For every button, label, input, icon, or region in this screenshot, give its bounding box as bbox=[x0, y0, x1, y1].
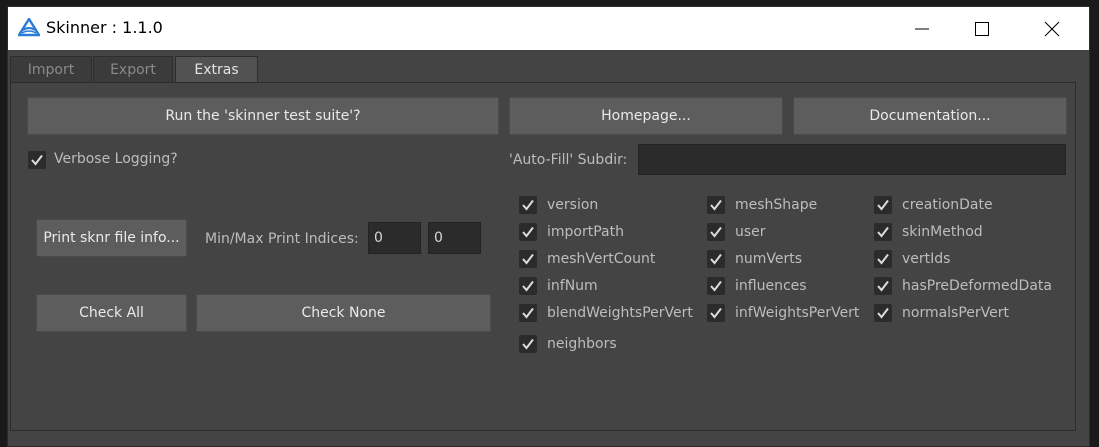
option-label: numVerts bbox=[735, 251, 803, 267]
option-checkbox[interactable] bbox=[874, 250, 892, 268]
option-checkbox[interactable] bbox=[874, 277, 892, 295]
checkmark-icon bbox=[710, 307, 722, 319]
close-button[interactable] bbox=[1029, 7, 1075, 50]
checkmark-icon bbox=[877, 307, 889, 319]
option-checkbox[interactable] bbox=[519, 196, 537, 214]
checkmark-icon bbox=[522, 199, 534, 211]
option-label: hasPreDeformedData bbox=[902, 278, 1052, 294]
option-label: meshVertCount bbox=[547, 251, 656, 267]
option-checkbox[interactable] bbox=[707, 223, 725, 241]
option-checkbox[interactable] bbox=[707, 304, 725, 322]
checkmark-icon bbox=[877, 253, 889, 265]
option-checkbox[interactable] bbox=[519, 223, 537, 241]
title-bar[interactable]: Skinner : 1.1.0 bbox=[8, 7, 1089, 50]
homepage-button[interactable]: Homepage... bbox=[509, 97, 783, 135]
option-checkbox[interactable] bbox=[707, 250, 725, 268]
check-all-button[interactable]: Check All bbox=[36, 294, 187, 332]
checkmark-icon bbox=[710, 280, 722, 292]
tab-extras[interactable]: Extras bbox=[175, 56, 258, 82]
print-sknr-info-button[interactable]: Print sknr file info... bbox=[36, 219, 187, 257]
option-checkbox[interactable] bbox=[519, 277, 537, 295]
option-checkbox[interactable] bbox=[519, 335, 537, 353]
autofill-subdir-label: 'Auto-Fill' Subdir: bbox=[509, 152, 628, 168]
option-checkbox[interactable] bbox=[519, 304, 537, 322]
documentation-button[interactable]: Documentation... bbox=[793, 97, 1067, 135]
option-label: creationDate bbox=[902, 197, 993, 213]
option-label: normalsPerVert bbox=[902, 305, 1010, 321]
tab-export[interactable]: Export bbox=[93, 56, 173, 82]
max-index-input[interactable]: 0 bbox=[428, 222, 481, 254]
option-checkbox[interactable] bbox=[707, 277, 725, 295]
checkmark-icon bbox=[31, 154, 43, 166]
tab-import[interactable]: Import bbox=[10, 56, 92, 82]
option-checkbox[interactable] bbox=[707, 196, 725, 214]
checkmark-icon bbox=[710, 226, 722, 238]
option-label: neighbors bbox=[547, 336, 617, 352]
option-label: user bbox=[735, 224, 766, 240]
min-index-input[interactable]: 0 bbox=[368, 222, 421, 254]
option-checkbox[interactable] bbox=[874, 304, 892, 322]
checkmark-icon bbox=[522, 226, 534, 238]
minimize-button[interactable] bbox=[899, 7, 945, 50]
minimize-icon bbox=[915, 28, 929, 30]
option-checkbox[interactable] bbox=[519, 250, 537, 268]
checkmark-icon bbox=[710, 199, 722, 211]
option-label: version bbox=[547, 197, 599, 213]
checkmark-icon bbox=[877, 226, 889, 238]
verbose-logging-label: Verbose Logging? bbox=[54, 151, 178, 167]
checkmark-icon bbox=[522, 280, 534, 292]
autofill-subdir-input[interactable] bbox=[638, 144, 1066, 175]
option-label: influences bbox=[735, 278, 807, 294]
extras-panel: Run the 'skinner test suite'? Homepage..… bbox=[10, 82, 1076, 431]
option-checkbox[interactable] bbox=[874, 196, 892, 214]
checkmark-icon bbox=[877, 280, 889, 292]
checkmark-icon bbox=[877, 199, 889, 211]
option-label: vertIds bbox=[902, 251, 951, 267]
close-icon bbox=[1044, 21, 1060, 37]
run-test-suite-button[interactable]: Run the 'skinner test suite'? bbox=[27, 97, 499, 135]
option-label: skinMethod bbox=[902, 224, 983, 240]
verbose-logging-checkbox[interactable] bbox=[28, 151, 46, 169]
skinner-app-icon bbox=[18, 18, 40, 37]
option-label: blendWeightsPerVert bbox=[547, 305, 693, 321]
window-title: Skinner : 1.1.0 bbox=[46, 18, 163, 37]
option-label: meshShape bbox=[735, 197, 818, 213]
checkmark-icon bbox=[710, 253, 722, 265]
option-label: infWeightsPerVert bbox=[735, 305, 860, 321]
option-label: importPath bbox=[547, 224, 624, 240]
checkmark-icon bbox=[522, 307, 534, 319]
check-none-button[interactable]: Check None bbox=[196, 294, 491, 332]
maximize-button[interactable] bbox=[959, 7, 1005, 50]
maximize-icon bbox=[975, 22, 989, 36]
option-label: infNum bbox=[547, 278, 598, 294]
option-checkbox[interactable] bbox=[874, 223, 892, 241]
minmax-indices-label: Min/Max Print Indices: bbox=[205, 231, 359, 247]
checkmark-icon bbox=[522, 253, 534, 265]
checkmark-icon bbox=[522, 338, 534, 350]
